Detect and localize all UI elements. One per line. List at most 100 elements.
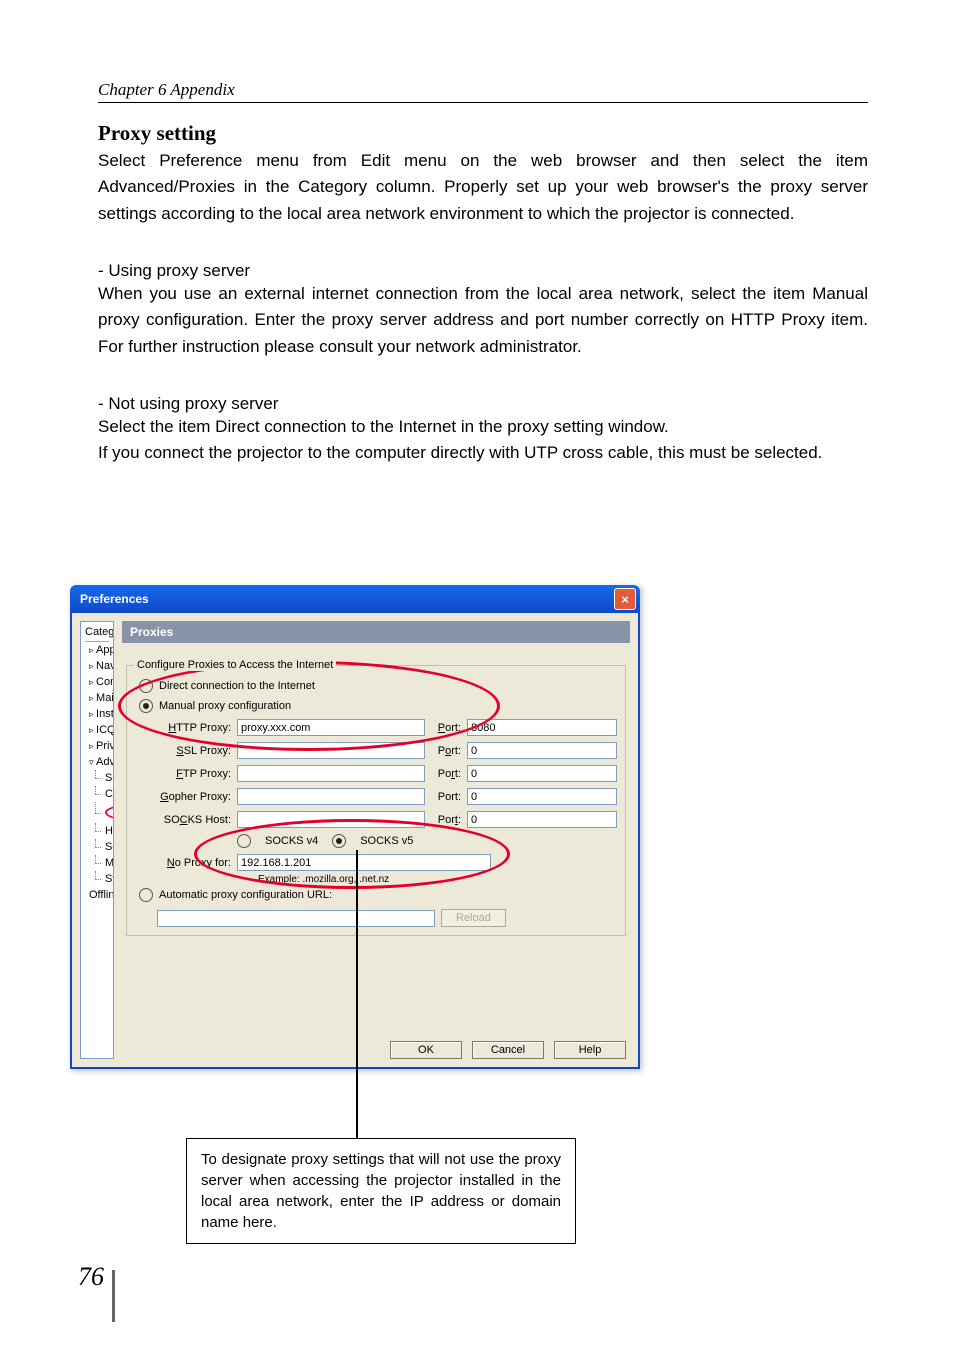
gopher-proxy-row: Gopher Proxy: Port: [155, 785, 617, 808]
tree-item-proxies[interactable]: Proxies [85, 802, 109, 823]
tree-item-system[interactable]: System [85, 871, 109, 887]
dialog-title: Preferences [80, 592, 149, 606]
tree-item-composer[interactable]: Composer [85, 674, 109, 690]
tree-item-icq[interactable]: ICQ [85, 722, 109, 738]
not-using-proxy-paragraph: Select the item Direct connection to the… [98, 414, 868, 467]
radio-direct-row[interactable]: Direct connection to the Internet [135, 676, 617, 696]
radio-auto-label: Automatic proxy configuration URL: [159, 889, 332, 901]
help-button[interactable]: Help [554, 1041, 626, 1059]
proxy-fieldset: Direct connection to the Internet Manual… [126, 665, 626, 936]
subhead-not-using-proxy: - Not using proxy server [98, 394, 868, 414]
proxy-grid: HHTTP Proxy:TTP Proxy: Port: SSL Proxy: … [155, 716, 617, 885]
http-proxy-input[interactable] [237, 719, 425, 736]
tree-item-mail[interactable]: Mail & Newsgroups [85, 690, 109, 706]
cancel-button[interactable]: Cancel [472, 1041, 544, 1059]
radio-auto[interactable] [139, 888, 153, 902]
kw-advanced-proxies: Advanced/Proxies [98, 177, 235, 196]
ftp-port-input[interactable] [467, 765, 617, 782]
fieldset-label: Configure Proxies to Access the Internet [134, 659, 336, 671]
radio-socks4[interactable] [237, 834, 251, 848]
socks5-label: SOCKS v5 [360, 835, 413, 847]
text: Select the item [98, 417, 215, 436]
callout-leader-line [356, 850, 358, 1138]
text: menu on the web browser and then select … [390, 151, 868, 170]
noproxy-row: No Proxy for: [155, 851, 617, 874]
gopher-port-label: Port: [431, 791, 461, 803]
http-port-label: Port: [431, 722, 461, 734]
radio-direct[interactable] [139, 679, 153, 693]
proxies-panel: Proxies Configure Proxies to Access the … [122, 621, 630, 1059]
tree-item-cache[interactable]: Cache [85, 786, 109, 802]
category-tree[interactable]: Category Appearance Navigator Composer M… [80, 621, 114, 1059]
kw-http-proxy: HTTP Proxy [731, 310, 825, 329]
panel-inner: Configure Proxies to Access the Internet… [122, 643, 630, 1035]
text: in the proxy setting window. [456, 417, 669, 436]
socks-version-row: SOCKS v4 SOCKS v5 [155, 831, 617, 851]
ssl-port-input[interactable] [467, 742, 617, 759]
tree-item-appearance[interactable]: Appearance [85, 642, 109, 658]
tree-item-advanced[interactable]: Advanced [85, 754, 109, 770]
socks4-label: SOCKS v4 [265, 835, 318, 847]
kw-edit: Edit [361, 151, 390, 170]
http-proxy-row: HHTTP Proxy:TTP Proxy: Port: [155, 716, 617, 739]
noproxy-example: Example: .mozilla.org, .net.nz [258, 874, 617, 885]
radio-manual-row[interactable]: Manual proxy configuration [135, 696, 617, 716]
socks-host-label: SOCKS Host: [155, 814, 231, 826]
reload-button[interactable]: Reload [441, 909, 506, 927]
tree-item-mouse[interactable]: Mouse Wheel [85, 855, 109, 871]
ssl-proxy-label: SSL Proxy: [155, 745, 231, 757]
ftp-proxy-label: FTP Proxy: [155, 768, 231, 780]
radio-direct-label: Direct connection to the Internet [159, 680, 315, 692]
intro-paragraph: Select Preference menu from Edit menu on… [98, 148, 868, 227]
radio-manual[interactable] [139, 699, 153, 713]
text: in the [235, 177, 298, 196]
tree-item-privacy[interactable]: Privacy & Security [85, 738, 109, 754]
radio-auto-row[interactable]: Automatic proxy configuration URL: [135, 885, 617, 905]
panel-title: Proxies [122, 621, 630, 643]
tree-item-navigator[interactable]: Navigator [85, 658, 109, 674]
text: If you connect the projector to the comp… [98, 443, 822, 462]
page-number-rule [112, 1270, 115, 1322]
ftp-proxy-row: FTP Proxy: Port: [155, 762, 617, 785]
auto-url-input[interactable] [157, 910, 435, 927]
ssl-port-label: Port: [431, 745, 461, 757]
tree-item-offline[interactable]: Offline & Disk Space [85, 887, 109, 903]
callout-box: To designate proxy settings that will no… [186, 1138, 576, 1244]
text: When you use an external internet connec… [98, 284, 812, 303]
gopher-proxy-input[interactable] [237, 788, 425, 805]
titlebar[interactable]: Preferences × [70, 585, 640, 613]
gopher-proxy-label: Gopher Proxy: [155, 791, 231, 803]
tree-item-scripts[interactable]: Scripts & Plugins [85, 770, 109, 786]
text: . Enter the proxy server address and por… [243, 310, 730, 329]
preferences-dialog: Preferences × Category Appearance Naviga… [70, 585, 640, 1069]
http-proxy-label: HHTTP Proxy:TTP Proxy: [155, 722, 231, 734]
http-port-input[interactable] [467, 719, 617, 736]
tree-item-software[interactable]: Software Installation [85, 839, 109, 855]
socks-host-row: SOCKS Host: Port: [155, 808, 617, 831]
subhead-using-proxy: - Using proxy server [98, 261, 868, 281]
chapter-heading: Chapter 6 Appendix [98, 80, 868, 103]
kw-preference: Preference [159, 151, 242, 170]
callout-text: To designate proxy settings that will no… [201, 1151, 561, 1231]
close-button[interactable]: × [614, 588, 636, 610]
socks-host-input[interactable] [237, 811, 425, 828]
noproxy-label: No Proxy for: [155, 857, 231, 869]
gopher-port-input[interactable] [467, 788, 617, 805]
close-icon: × [621, 592, 629, 607]
ssl-proxy-input[interactable] [237, 742, 425, 759]
tree-item-im[interactable]: Instant Messenger [85, 706, 109, 722]
radio-socks5[interactable] [332, 834, 346, 848]
ftp-proxy-input[interactable] [237, 765, 425, 782]
kw-category: Category [298, 177, 367, 196]
tree-item-httpnet[interactable]: HTTP Networking [85, 823, 109, 839]
text: menu from [242, 151, 360, 170]
selected-highlight: Proxies [105, 804, 114, 821]
auto-url-row: Reload [135, 905, 617, 927]
ok-button[interactable]: OK [390, 1041, 462, 1059]
socks-port-input[interactable] [467, 811, 617, 828]
radio-manual-label: Manual proxy configuration [159, 700, 291, 712]
page-number: 76 [78, 1262, 104, 1292]
ftp-port-label: Port: [431, 768, 461, 780]
socks-port-label: Port: [431, 814, 461, 826]
noproxy-input[interactable] [237, 854, 491, 871]
